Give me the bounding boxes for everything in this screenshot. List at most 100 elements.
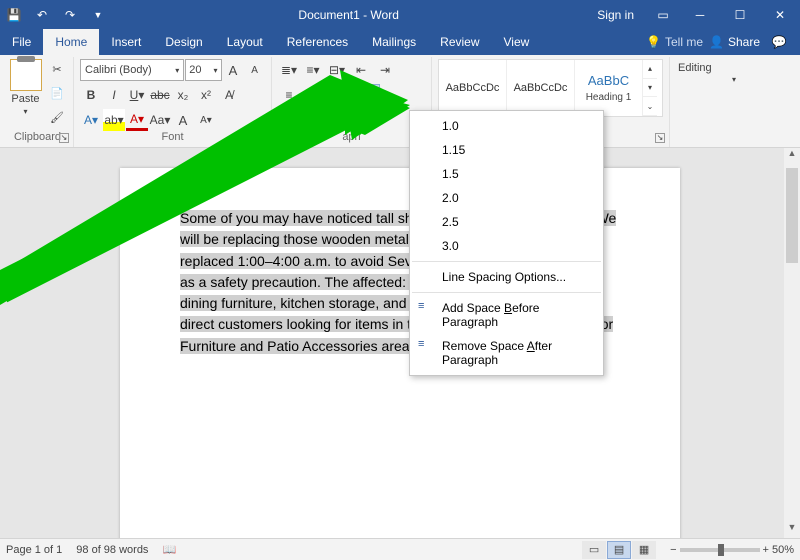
grow-font-button[interactable]: A — [223, 59, 244, 81]
align-center-button[interactable]: ≡ — [302, 84, 324, 106]
minimize-button[interactable]: ─ — [680, 0, 720, 29]
document-area: Some of you may have noticed tall shelve… — [0, 148, 800, 538]
print-layout-icon[interactable]: ▤ — [607, 541, 631, 559]
vertical-scrollbar[interactable]: ▲ ▼ — [784, 148, 800, 538]
spacing-1-0[interactable]: 1.0 — [410, 114, 603, 138]
underline-button[interactable]: U▾ — [126, 84, 148, 106]
highlight-button[interactable]: ab▾ — [103, 109, 125, 131]
superscript-button[interactable]: x² — [195, 84, 217, 106]
qat-customize-icon[interactable]: ▼ — [84, 0, 112, 29]
group-font: Calibri (Body)▾ 20▾ A A B I U▾ abc x₂ x²… — [74, 57, 272, 147]
tab-file[interactable]: File — [0, 29, 43, 55]
increase-indent-button[interactable]: ⇥ — [374, 59, 396, 81]
line-spacing-options[interactable]: Line Spacing Options... — [410, 265, 603, 289]
tab-view[interactable]: View — [492, 29, 542, 55]
text-effects-button[interactable]: A▾ — [80, 109, 102, 131]
read-mode-icon[interactable]: ▭ — [582, 541, 606, 559]
ribbon: Paste▾ ✂ 📄 🖌 Clipboard ↘ Calibri (Body)▾… — [0, 55, 800, 148]
shrink-font-2[interactable]: A▾ — [195, 109, 217, 131]
status-bar: Page 1 of 1 98 of 98 words 📖 ▭ ▤ ▦ − + 5… — [0, 538, 800, 560]
align-left-button[interactable]: ≡ — [278, 84, 300, 106]
font-name-combo[interactable]: Calibri (Body)▾ — [80, 59, 184, 81]
tab-mailings[interactable]: Mailings — [360, 29, 428, 55]
align-right-button[interactable]: ≡ — [326, 84, 348, 106]
add-space-before[interactable]: ≡ Add Space Before Paragraph — [410, 296, 603, 334]
web-layout-icon[interactable]: ▦ — [632, 541, 656, 559]
spacing-2-5[interactable]: 2.5 — [410, 210, 603, 234]
word-count[interactable]: 98 of 98 words — [76, 544, 148, 556]
grow-font-2[interactable]: A — [172, 109, 194, 131]
page-count[interactable]: Page 1 of 1 — [6, 544, 62, 556]
shrink-font-button[interactable]: A — [244, 59, 265, 81]
editing-button[interactable]: Editing — [678, 61, 790, 75]
share-button[interactable]: 👤Share — [709, 35, 760, 49]
title-bar: 💾 ↶ ↷ ▼ Document1 - Word Sign in ▭ ─ ☐ ✕ — [0, 0, 800, 29]
change-case-button[interactable]: Aa▾ — [149, 109, 171, 131]
tab-design[interactable]: Design — [153, 29, 214, 55]
zoom-out-button[interactable]: − — [670, 544, 676, 556]
proofing-icon[interactable]: 📖 — [162, 543, 176, 556]
zoom-in-button[interactable]: + — [763, 544, 769, 556]
bullets-button[interactable]: ≣▾ — [278, 59, 300, 81]
maximize-button[interactable]: ☐ — [720, 0, 760, 29]
strikethrough-button[interactable]: abc — [149, 84, 171, 106]
numbering-button[interactable]: ≡▾ — [302, 59, 324, 81]
clear-formatting-icon[interactable]: A̸ — [218, 84, 240, 106]
scroll-thumb[interactable] — [786, 168, 798, 263]
line-spacing-button[interactable]: ↕≡▾ — [350, 84, 380, 106]
style-normal[interactable]: AaBbCcDc — [439, 60, 507, 116]
ribbon-display-icon[interactable]: ▭ — [646, 8, 680, 22]
copy-icon[interactable]: 📄 — [47, 83, 67, 103]
tell-me-search[interactable]: 💡Tell me — [646, 35, 703, 49]
styles-dialog-launcher[interactable]: ↘ — [655, 133, 665, 143]
clipboard-dialog-launcher[interactable]: ↘ — [59, 133, 69, 143]
font-size-combo[interactable]: 20▾ — [185, 59, 221, 81]
font-color-button[interactable]: A▾ — [126, 109, 148, 131]
save-icon[interactable]: 💾 — [0, 0, 28, 29]
bold-button[interactable]: B — [80, 84, 102, 106]
tab-references[interactable]: References — [275, 29, 360, 55]
sign-in-link[interactable]: Sign in — [585, 8, 646, 22]
styles-down-icon[interactable]: ▾ — [643, 79, 657, 98]
quick-access-toolbar: 💾 ↶ ↷ ▼ — [0, 0, 112, 29]
ribbon-tabs: File Home Insert Design Layout Reference… — [0, 29, 800, 55]
cut-icon[interactable]: ✂ — [47, 59, 67, 79]
space-before-icon: ≡ — [418, 300, 432, 312]
decrease-indent-button[interactable]: ⇤ — [350, 59, 372, 81]
redo-icon[interactable]: ↷ — [56, 0, 84, 29]
zoom-control: − + 50% — [670, 544, 794, 556]
ruler[interactable] — [0, 148, 800, 168]
subscript-button[interactable]: x₂ — [172, 84, 194, 106]
tab-review[interactable]: Review — [428, 29, 491, 55]
share-icon: 👤 — [709, 35, 724, 49]
zoom-level[interactable]: 50% — [772, 544, 794, 556]
style-no-spacing[interactable]: AaBbCcDc — [507, 60, 575, 116]
comments-icon[interactable]: 💬 — [766, 35, 792, 49]
spacing-1-15[interactable]: 1.15 — [410, 138, 603, 162]
group-paragraph: ≣▾ ≡▾ ⊟▾ ⇤ ⇥ ≡ ≡ ≡ ↕≡▾ aph ↘ — [272, 57, 432, 147]
styles-gallery[interactable]: AaBbCcDc AaBbCcDc AaBbC Heading 1 ▴ ▾ ⌄ — [438, 59, 663, 117]
zoom-slider[interactable] — [680, 548, 760, 552]
multilevel-button[interactable]: ⊟▾ — [326, 59, 348, 81]
tab-home[interactable]: Home — [43, 29, 99, 55]
style-heading1[interactable]: AaBbC Heading 1 — [575, 60, 643, 116]
paste-button[interactable]: Paste▾ — [8, 59, 43, 127]
spacing-1-5[interactable]: 1.5 — [410, 162, 603, 186]
scroll-up-icon[interactable]: ▲ — [784, 148, 800, 164]
italic-button[interactable]: I — [103, 84, 125, 106]
remove-space-after[interactable]: ≡ Remove Space After Paragraph — [410, 334, 603, 372]
undo-icon[interactable]: ↶ — [28, 0, 56, 29]
format-painter-icon[interactable]: 🖌 — [47, 107, 67, 127]
spacing-3-0[interactable]: 3.0 — [410, 234, 603, 258]
styles-up-icon[interactable]: ▴ — [643, 60, 657, 79]
space-after-icon: ≡ — [418, 338, 432, 350]
spacing-2-0[interactable]: 2.0 — [410, 186, 603, 210]
tab-insert[interactable]: Insert — [99, 29, 153, 55]
styles-more-icon[interactable]: ⌄ — [643, 97, 657, 116]
window-controls: ─ ☐ ✕ — [680, 0, 800, 29]
close-button[interactable]: ✕ — [760, 0, 800, 29]
tab-layout[interactable]: Layout — [215, 29, 275, 55]
scroll-down-icon[interactable]: ▼ — [784, 522, 800, 538]
font-dialog-launcher[interactable]: ↘ — [257, 133, 267, 143]
window-title: Document1 - Word — [112, 8, 585, 22]
